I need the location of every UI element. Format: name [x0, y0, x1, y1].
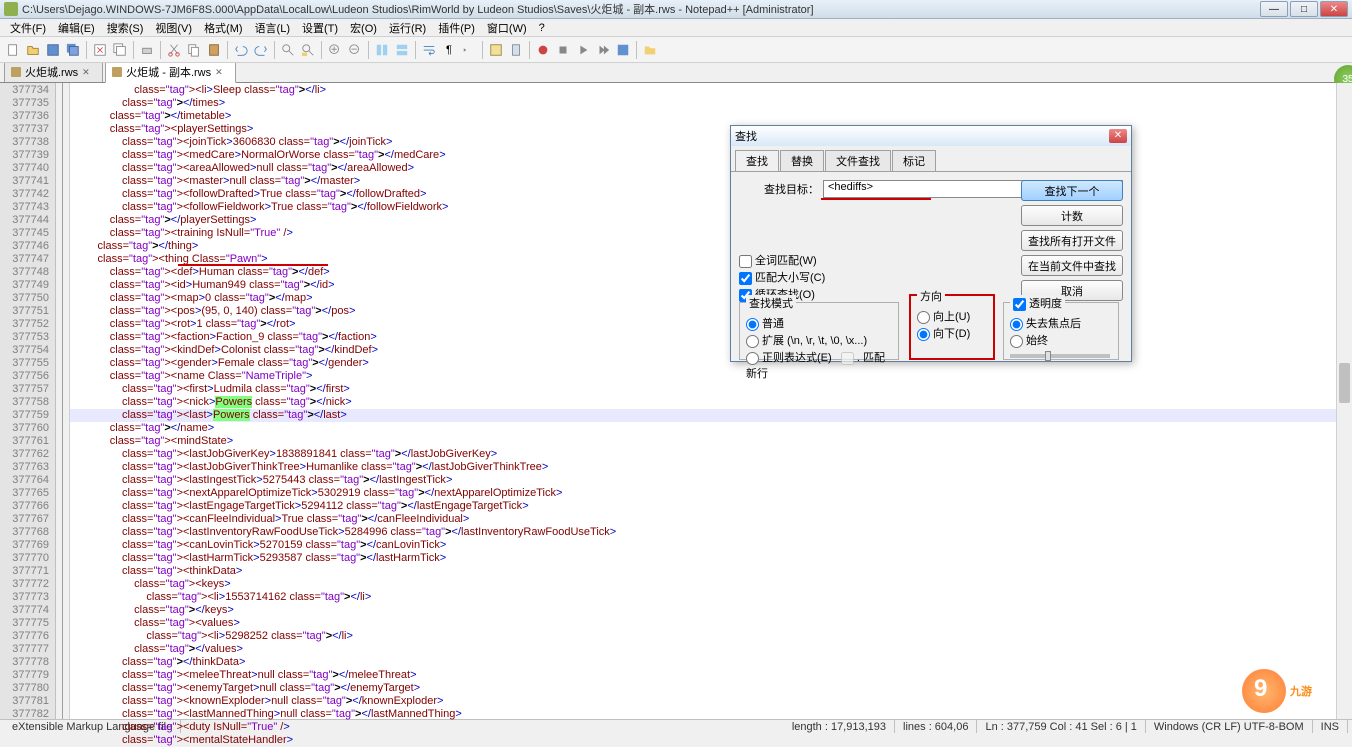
replace-icon[interactable]: [299, 41, 317, 59]
app-icon: [4, 2, 18, 16]
close-button[interactable]: ✕: [1320, 1, 1348, 17]
sync-v-icon[interactable]: [373, 41, 391, 59]
record-icon[interactable]: [534, 41, 552, 59]
menu-format[interactable]: 格式(M): [198, 19, 249, 37]
line-gutter: 3777343777353777363777373777383777393777…: [0, 83, 56, 719]
find-icon[interactable]: [279, 41, 297, 59]
menu-window[interactable]: 窗口(W): [481, 19, 533, 37]
zoom-in-icon[interactable]: [326, 41, 344, 59]
menu-settings[interactable]: 设置(T): [296, 19, 344, 37]
playrepeat-icon[interactable]: [594, 41, 612, 59]
menu-search[interactable]: 搜索(S): [101, 19, 150, 37]
tabbar: 火炬城.rws ✕ 火炬城 - 副本.rws ✕: [0, 63, 1352, 83]
closeall-icon[interactable]: [111, 41, 129, 59]
doc-map-icon[interactable]: [507, 41, 525, 59]
copy-icon[interactable]: [185, 41, 203, 59]
save-icon[interactable]: [44, 41, 62, 59]
maximize-button[interactable]: □: [1290, 1, 1318, 17]
menu-run[interactable]: 运行(R): [383, 19, 432, 37]
window-title: C:\Users\Dejago.WINDOWS-7JM6F8S.000\AppD…: [22, 1, 1260, 17]
zoom-out-icon[interactable]: [346, 41, 364, 59]
menu-edit[interactable]: 编辑(E): [52, 19, 101, 37]
savemacro-icon[interactable]: [614, 41, 632, 59]
wordwrap-icon[interactable]: [420, 41, 438, 59]
play-icon[interactable]: [574, 41, 592, 59]
menu-macro[interactable]: 宏(O): [344, 19, 383, 37]
redo-icon[interactable]: [252, 41, 270, 59]
tab-label: 火炬城 - 副本.rws: [126, 64, 211, 80]
sync-h-icon[interactable]: [393, 41, 411, 59]
menu-language[interactable]: 语言(L): [249, 19, 296, 37]
print-icon[interactable]: [138, 41, 156, 59]
editor[interactable]: 3777343777353777363777373777383777393777…: [0, 83, 1352, 719]
saveall-icon[interactable]: [64, 41, 82, 59]
folder-icon[interactable]: [641, 41, 659, 59]
menu-help[interactable]: ?: [533, 21, 551, 35]
fold-gutter[interactable]: [56, 83, 70, 719]
menubar: 文件(F) 编辑(E) 搜索(S) 视图(V) 格式(M) 语言(L) 设置(T…: [0, 19, 1352, 37]
tab-label: 火炬城.rws: [25, 64, 78, 80]
close-icon[interactable]: ✕: [82, 67, 92, 77]
tab-1[interactable]: 火炬城.rws ✕: [4, 61, 103, 82]
toolbar: ¶ 35: [0, 37, 1352, 63]
stop-icon[interactable]: [554, 41, 572, 59]
undo-icon[interactable]: [232, 41, 250, 59]
file-icon: [11, 67, 21, 77]
indent-icon[interactable]: [460, 41, 478, 59]
cut-icon[interactable]: [165, 41, 183, 59]
close-icon[interactable]: ✕: [215, 67, 225, 77]
menu-file[interactable]: 文件(F): [4, 19, 52, 37]
vertical-scrollbar[interactable]: [1336, 83, 1352, 719]
file-icon: [112, 67, 122, 77]
new-icon[interactable]: [4, 41, 22, 59]
open-icon[interactable]: [24, 41, 42, 59]
scrollbar-thumb[interactable]: [1339, 363, 1350, 403]
func-list-icon[interactable]: [487, 41, 505, 59]
code-area[interactable]: class="tag"><li>Sleep class="tag"></li> …: [70, 83, 1336, 719]
titlebar: C:\Users\Dejago.WINDOWS-7JM6F8S.000\AppD…: [0, 0, 1352, 19]
menu-view[interactable]: 视图(V): [149, 19, 198, 37]
tab-2[interactable]: 火炬城 - 副本.rws ✕: [105, 61, 236, 83]
allchars-icon[interactable]: ¶: [440, 41, 458, 59]
close-icon[interactable]: [91, 41, 109, 59]
paste-icon[interactable]: [205, 41, 223, 59]
minimize-button[interactable]: —: [1260, 1, 1288, 17]
menu-plugins[interactable]: 插件(P): [432, 19, 481, 37]
